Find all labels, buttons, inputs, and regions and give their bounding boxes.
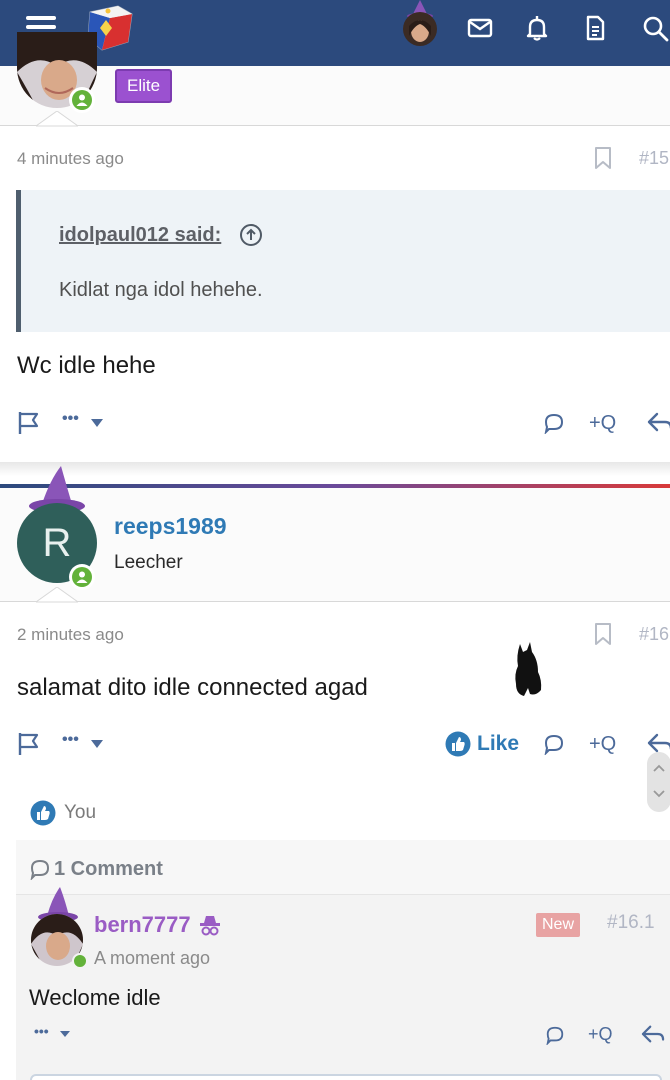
multi-quote-button[interactable]: +Q [589, 412, 616, 435]
report-flag-icon[interactable] [17, 731, 41, 757]
user-badge: Elite [115, 69, 173, 103]
user-block [0, 488, 670, 602]
post-time[interactable]: 2 minutes ago [17, 625, 124, 645]
bookmark-icon[interactable] [593, 622, 613, 646]
comment-input[interactable] [30, 1074, 662, 1080]
online-status-icon [69, 564, 95, 590]
top-navigation-bar [0, 0, 670, 66]
username[interactable]: reeps1989 [114, 513, 227, 540]
comment-username[interactable]: bern7777 [94, 912, 191, 938]
chevron-down-icon[interactable] [90, 739, 104, 749]
reply-icon[interactable] [647, 410, 670, 434]
comment-icon [30, 859, 50, 880]
comment-icon[interactable] [543, 733, 565, 755]
scroll-up-icon[interactable] [653, 764, 665, 772]
online-status-icon [69, 87, 95, 113]
comment-icon[interactable] [543, 412, 565, 434]
quote-author[interactable]: idolpaul012 said: [59, 224, 221, 247]
post-message: salamat dito idle connected agad [17, 674, 368, 701]
comment-text: Weclome idle [29, 985, 161, 1010]
more-options-button[interactable]: ••• [34, 1023, 49, 1039]
like-reaction-icon [30, 800, 56, 826]
user-block-arrow [36, 111, 78, 127]
user-block [0, 66, 670, 126]
comment-number[interactable]: #16.1 [607, 912, 655, 934]
chevron-down-icon[interactable] [59, 1030, 71, 1038]
bell-icon[interactable] [523, 14, 551, 42]
avatar-letter: R [42, 521, 72, 565]
mail-icon[interactable] [466, 14, 494, 42]
user-avatar[interactable] [400, 0, 440, 48]
report-flag-icon[interactable] [17, 410, 41, 436]
post-number[interactable]: #16 [639, 624, 669, 645]
scroll-controls[interactable] [647, 752, 670, 812]
user-block-arrow [36, 587, 78, 603]
document-icon[interactable] [581, 14, 609, 42]
post-time[interactable]: 4 minutes ago [17, 149, 124, 169]
multi-quote-button[interactable]: +Q [589, 733, 616, 756]
scroll-down-icon[interactable] [653, 790, 665, 798]
comment-time[interactable]: A moment ago [94, 948, 210, 969]
more-options-button[interactable]: ••• [62, 410, 79, 428]
comment-icon[interactable] [545, 1025, 565, 1045]
comments-count[interactable]: 1 Comment [54, 858, 163, 881]
incognito-icon [200, 916, 220, 936]
post-separator [0, 462, 670, 476]
reply-icon[interactable] [641, 1023, 665, 1045]
new-badge: New [536, 913, 581, 937]
quote-text: Kidlat nga idol hehehe. [59, 279, 263, 301]
jump-to-quote-icon[interactable] [239, 223, 263, 247]
like-button[interactable]: Like [477, 732, 519, 756]
cat-silhouette-icon [515, 642, 542, 696]
post-message: Wc idle hehe [17, 352, 156, 379]
reaction-user[interactable]: You [64, 802, 96, 824]
more-options-button[interactable]: ••• [62, 731, 79, 749]
user-title: Leecher [114, 552, 183, 573]
online-status-icon [72, 953, 88, 969]
post-number[interactable]: #15 [639, 148, 669, 169]
search-icon[interactable] [641, 14, 669, 42]
multi-quote-button[interactable]: +Q [588, 1024, 613, 1045]
quote-block: idolpaul012 said: Kidlat nga idol hehehe… [16, 190, 670, 332]
chevron-down-icon[interactable] [90, 418, 104, 428]
like-thumb-icon[interactable] [445, 731, 471, 757]
bookmark-icon[interactable] [593, 146, 613, 170]
